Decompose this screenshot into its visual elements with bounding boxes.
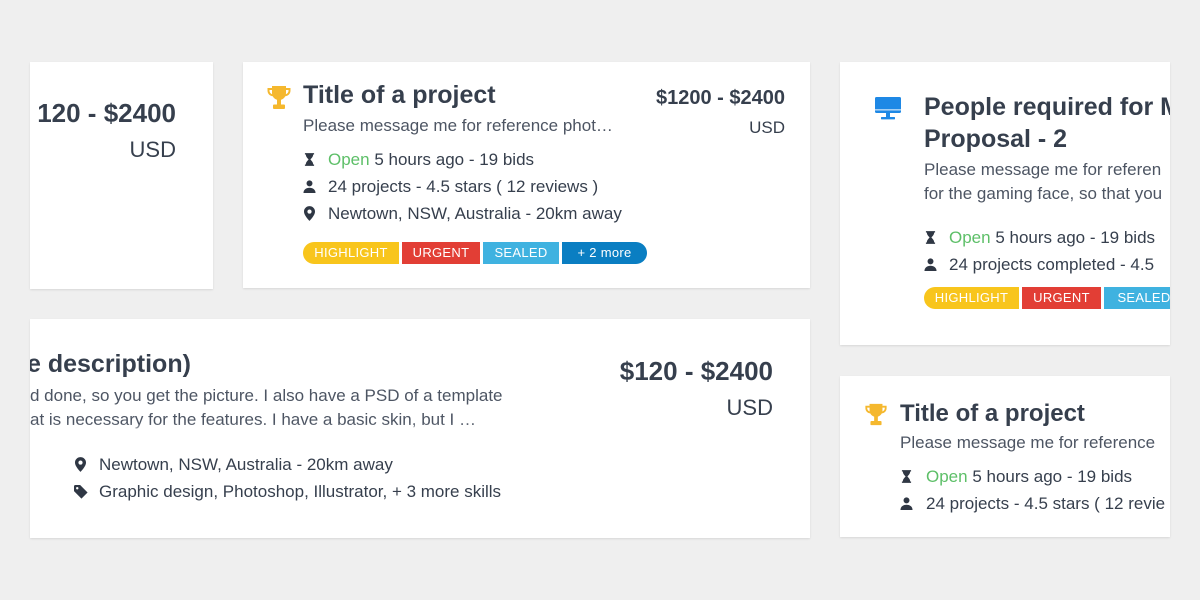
project-title-line2[interactable]: Proposal - 2 <box>924 125 1067 154</box>
status-line: Open 5 hours ago - 19 bids <box>328 150 534 170</box>
person-icon <box>924 258 937 271</box>
price-range: 120 - $2400 <box>37 98 176 128</box>
status-time-bids: 5 hours ago - 19 bids <box>369 150 535 169</box>
project-description: Please message me for reference phot… <box>303 116 613 135</box>
project-card-right-bottom[interactable]: Title of a project Please message me for… <box>840 376 1170 537</box>
status-open: Open <box>328 150 370 169</box>
project-card-left-top[interactable]: 120 - $2400 USD <box>30 62 213 289</box>
description-fade <box>30 423 530 437</box>
projects-stats: 24 projects - 4.5 stars ( 12 reviews ) <box>328 177 599 196</box>
project-description-line2: for the gaming face, so that you <box>924 184 1163 203</box>
currency: USD <box>749 118 785 137</box>
currency: USD <box>726 395 773 420</box>
project-description-line1: d done, so you get the picture. I also h… <box>30 386 503 405</box>
location-pin-icon <box>304 206 315 221</box>
location: Newtown, NSW, Australia - 20km away <box>99 455 393 474</box>
project-card-right-top[interactable]: People required for M Proposal - 2 Pleas… <box>840 62 1170 345</box>
project-card-wide[interactable]: e description) d done, so you get the pi… <box>30 319 810 538</box>
trophy-icon <box>266 85 292 111</box>
status-time-bids: 5 hours ago - 19 bids <box>990 228 1156 247</box>
hourglass-icon <box>901 470 912 483</box>
project-title[interactable]: e description) <box>30 350 191 379</box>
project-description-line1: Please message me for referen <box>924 160 1162 179</box>
hourglass-icon <box>304 153 315 166</box>
currency: USD <box>129 137 176 162</box>
projects-stats: 24 projects completed - 4.5 <box>949 255 1155 274</box>
tag-icon <box>74 485 88 499</box>
tag-highlight[interactable]: HIGHLIGHT <box>303 242 399 264</box>
tag-urgent[interactable]: URGENT <box>1022 287 1101 309</box>
price-range: $120 - $2400 <box>619 356 773 386</box>
tag-sealed[interactable]: SEALED <box>1104 287 1170 309</box>
person-icon <box>303 180 316 193</box>
projects-stats: 24 projects - 4.5 stars ( 12 revie <box>926 494 1166 513</box>
tag-sealed[interactable]: SEALED <box>483 242 559 264</box>
price-range: $1200 - $2400 <box>655 87 785 109</box>
status-open: Open <box>949 228 991 247</box>
project-description: Please message me for reference <box>900 433 1156 452</box>
status-line: Open 5 hours ago - 19 bids <box>926 467 1132 487</box>
project-card-center-top[interactable]: Title of a project Please message me for… <box>243 62 810 288</box>
status-time-bids: 5 hours ago - 19 bids <box>967 467 1133 486</box>
tag-more[interactable]: + 2 more <box>562 242 647 264</box>
project-title[interactable]: Title of a project <box>900 400 1085 428</box>
location: Newtown, NSW, Australia - 20km away <box>328 204 622 223</box>
status-line: Open 5 hours ago - 19 bids <box>949 228 1155 248</box>
skills: Graphic design, Photoshop, Illustrator, … <box>99 482 502 501</box>
location-pin-icon <box>75 457 86 472</box>
hourglass-icon <box>925 231 936 244</box>
trophy-icon <box>864 403 888 427</box>
status-open: Open <box>926 467 968 486</box>
project-title[interactable]: Title of a project <box>303 81 496 110</box>
person-icon <box>900 497 913 510</box>
tag-urgent[interactable]: URGENT <box>402 242 480 264</box>
project-title-line1[interactable]: People required for M <box>924 93 1170 122</box>
monitor-icon <box>874 96 902 120</box>
tag-highlight[interactable]: HIGHLIGHT <box>924 287 1019 309</box>
